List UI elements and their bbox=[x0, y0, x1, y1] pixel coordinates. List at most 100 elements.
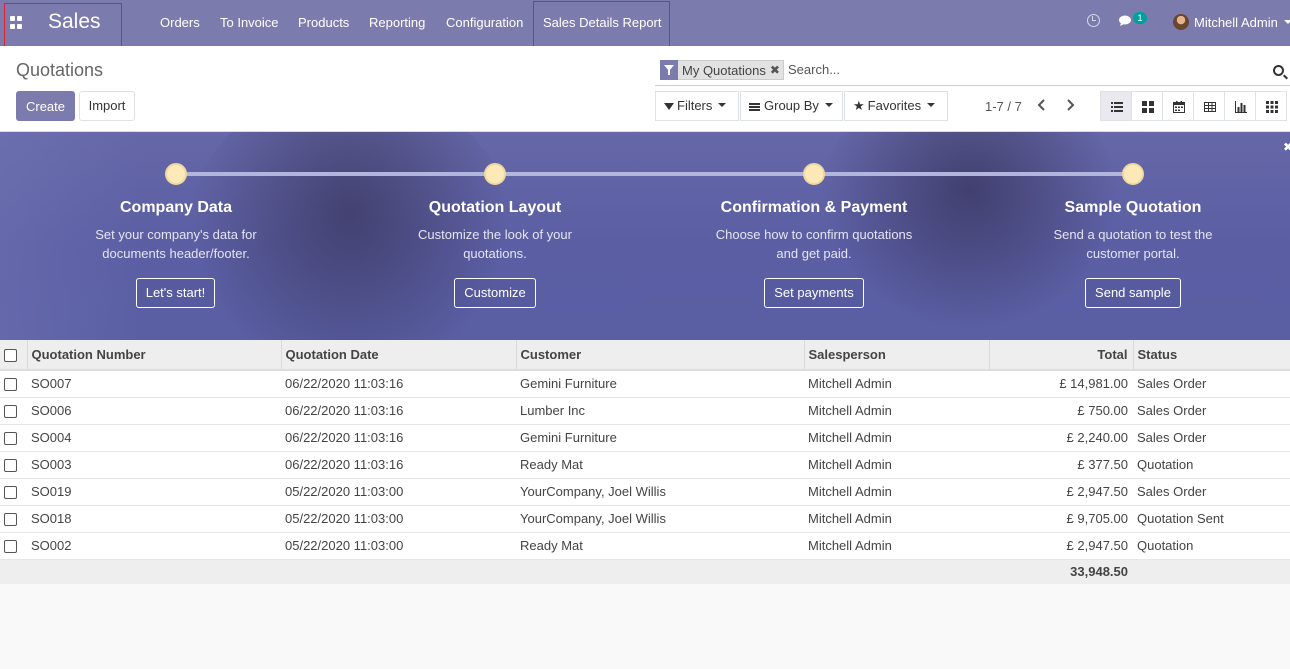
cell-number: SO019 bbox=[27, 478, 281, 506]
step-dot-confirmation-payment bbox=[803, 163, 825, 185]
pivot-view-icon bbox=[1204, 102, 1216, 112]
facet-remove-icon[interactable]: ✖ bbox=[770, 63, 783, 77]
cell-salesperson: Mitchell Admin bbox=[804, 397, 989, 425]
cell-status: Quotation Sent bbox=[1133, 505, 1290, 533]
cell-salesperson: Mitchell Admin bbox=[804, 532, 989, 560]
menu-orders[interactable]: Orders bbox=[160, 15, 200, 30]
calendar-view-button[interactable] bbox=[1162, 91, 1194, 121]
step-description-line: Send a quotation to test the bbox=[1053, 227, 1213, 242]
step-title: Company Data bbox=[119, 199, 233, 216]
row-select-cell bbox=[0, 532, 27, 560]
menu-configuration[interactable]: Configuration bbox=[446, 15, 523, 30]
cell-number: SO007 bbox=[27, 370, 281, 398]
cell-status: Quotation bbox=[1133, 451, 1290, 479]
grid-view-button[interactable] bbox=[1255, 91, 1287, 121]
cell-status: Sales Order bbox=[1133, 397, 1290, 425]
cell-status: Sales Order bbox=[1133, 370, 1290, 398]
table-row[interactable]: SO018 05/22/2020 11:03:00 YourCompany, Joe… bbox=[0, 505, 1290, 533]
column-header-date[interactable]: Quotation Date bbox=[280, 340, 516, 371]
bar-chart-icon bbox=[1235, 101, 1247, 113]
kanban-view-icon bbox=[1142, 101, 1154, 113]
pager-next-icon[interactable] bbox=[1065, 98, 1075, 112]
user-name[interactable]: Mitchell Admin bbox=[1194, 15, 1278, 30]
column-header-salesperson[interactable]: Salesperson bbox=[803, 340, 989, 371]
kanban-view-button[interactable] bbox=[1131, 91, 1163, 121]
table-footer-row: 33,948.50 bbox=[0, 559, 1290, 584]
search-input[interactable] bbox=[788, 62, 1258, 77]
cell-number: SO004 bbox=[27, 424, 281, 452]
pivot-view-button[interactable] bbox=[1193, 91, 1225, 121]
pager-value[interactable]: 1-7 / 7 bbox=[985, 99, 1022, 114]
step-description: Customize the look of your quotations. bbox=[385, 225, 605, 263]
star-icon: ★ bbox=[853, 98, 865, 113]
cell-date: 05/22/2020 11:03:00 bbox=[281, 505, 516, 533]
cell-number: SO018 bbox=[27, 505, 281, 533]
table-row[interactable]: SO006 06/22/2020 11:03:16 Lumber Inc Mitche… bbox=[0, 397, 1290, 425]
cell-date: 06/22/2020 11:03:16 bbox=[281, 424, 516, 452]
row-checkbox[interactable] bbox=[4, 486, 17, 500]
app-brand[interactable]: Sales bbox=[48, 10, 101, 34]
top-navbar: Sales Orders To Invoice Products Reporti… bbox=[0, 0, 1290, 57]
customize-button[interactable]: Customize bbox=[454, 278, 536, 308]
bars-icon bbox=[749, 102, 760, 111]
menu-sales-details-report[interactable]: Sales Details Report bbox=[543, 15, 662, 30]
column-header-status[interactable]: Status bbox=[1132, 340, 1290, 371]
step-description-line: Choose how to confirm quotations bbox=[715, 227, 913, 242]
cell-salesperson: Mitchell Admin bbox=[804, 505, 989, 533]
table-row[interactable]: SO019 05/22/2020 11:03:00 YourCompany, Joe… bbox=[0, 478, 1290, 506]
graph-view-button[interactable] bbox=[1224, 91, 1256, 121]
column-header-total[interactable]: Total bbox=[988, 340, 1133, 371]
apps-menu-icon[interactable] bbox=[10, 16, 23, 29]
table-row[interactable]: SO003 06/22/2020 11:03:16 Ready Mat Mitchel… bbox=[0, 451, 1290, 479]
groupby-dropdown[interactable]: Group By bbox=[740, 91, 843, 121]
search-icon[interactable] bbox=[1273, 65, 1284, 76]
cell-salesperson: Mitchell Admin bbox=[804, 451, 989, 479]
filters-label: Filters bbox=[677, 98, 713, 113]
create-button[interactable]: Create bbox=[16, 91, 75, 121]
row-checkbox[interactable] bbox=[4, 459, 17, 473]
pager-previous-icon[interactable] bbox=[1037, 98, 1047, 112]
menu-reporting[interactable]: Reporting bbox=[369, 15, 425, 30]
table-row[interactable]: SO007 06/22/2020 11:03:16 Gemini Furniture… bbox=[0, 370, 1290, 398]
user-caret-icon[interactable] bbox=[1284, 20, 1290, 24]
cell-total: £ 750.00 bbox=[989, 397, 1133, 425]
onboarding-progress-line bbox=[176, 172, 1133, 176]
cell-date: 06/22/2020 11:03:16 bbox=[281, 397, 516, 425]
menu-to-invoice[interactable]: To Invoice bbox=[220, 15, 279, 30]
table-row[interactable]: SO002 05/22/2020 11:03:00 Ready Mat Mitchel… bbox=[0, 532, 1290, 560]
set-payments-button[interactable]: Set payments bbox=[764, 278, 864, 308]
row-checkbox[interactable] bbox=[4, 378, 17, 392]
cell-total: £ 9,705.00 bbox=[989, 505, 1133, 533]
send-sample-button[interactable]: Send sample bbox=[1085, 278, 1181, 308]
select-all-checkbox[interactable] bbox=[4, 349, 17, 363]
row-select-cell bbox=[0, 478, 27, 506]
view-switcher bbox=[1100, 91, 1287, 121]
cell-salesperson: Mitchell Admin bbox=[804, 370, 989, 398]
cell-total: £ 14,981.00 bbox=[989, 370, 1133, 398]
column-header-number[interactable]: Quotation Number bbox=[26, 340, 281, 371]
row-checkbox[interactable] bbox=[4, 432, 17, 446]
close-icon[interactable]: ✖ bbox=[1283, 140, 1290, 154]
user-avatar[interactable] bbox=[1173, 14, 1189, 30]
step-title: Sample Quotation bbox=[1064, 199, 1202, 216]
row-checkbox[interactable] bbox=[4, 405, 17, 419]
step-description: Set your company's data for documents hea… bbox=[66, 225, 286, 263]
grid-view-icon bbox=[1266, 101, 1278, 113]
menu-products[interactable]: Products bbox=[298, 15, 349, 30]
list-view-button[interactable] bbox=[1100, 91, 1132, 121]
list-view-icon bbox=[1111, 102, 1123, 112]
chat-icon[interactable] bbox=[1119, 15, 1134, 27]
row-checkbox[interactable] bbox=[4, 513, 17, 527]
table-row[interactable]: SO004 06/22/2020 11:03:16 Gemini Furniture… bbox=[0, 424, 1290, 452]
cell-customer: YourCompany, Joel Willis bbox=[516, 505, 804, 533]
activity-clock-icon[interactable] bbox=[1087, 14, 1100, 27]
lets-start-button[interactable]: Let's start! bbox=[136, 278, 215, 308]
row-select-cell bbox=[0, 424, 27, 452]
row-checkbox[interactable] bbox=[4, 540, 17, 554]
favorites-dropdown[interactable]: ★ Favorites bbox=[844, 91, 948, 121]
column-header-customer[interactable]: Customer bbox=[515, 340, 804, 371]
import-button[interactable]: Import bbox=[79, 91, 135, 121]
cell-status: Quotation bbox=[1133, 532, 1290, 560]
search-facet[interactable]: My Quotations ✖ bbox=[660, 60, 784, 80]
filters-dropdown[interactable]: Filters bbox=[655, 91, 739, 121]
